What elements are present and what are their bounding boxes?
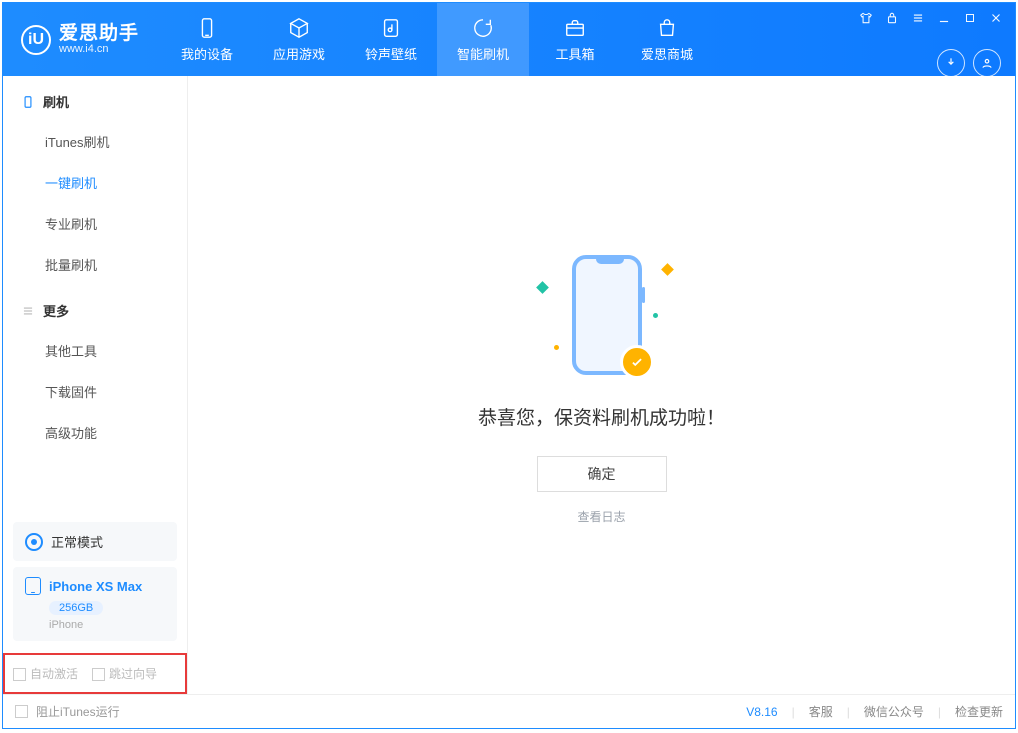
header-right — [857, 3, 1015, 76]
menu-icon[interactable] — [909, 9, 927, 27]
nav-smart-flash[interactable]: 智能刷机 — [437, 3, 529, 76]
device-capacity: 256GB — [49, 601, 103, 615]
bag-icon — [655, 16, 679, 40]
section-title: 刷机 — [43, 92, 69, 111]
content: 恭喜您，保资料刷机成功啦！ 确定 查看日志 — [188, 76, 1015, 694]
refresh-shield-icon — [471, 16, 495, 40]
nav-label: 爱思商城 — [641, 44, 693, 63]
toolbox-icon — [563, 16, 587, 40]
footer: 阻止iTunes运行 V8.16 | 客服 | 微信公众号 | 检查更新 — [3, 694, 1015, 728]
mode-label: 正常模式 — [51, 532, 103, 551]
sidebar-item-advanced[interactable]: 高级功能 — [45, 412, 187, 453]
footer-update[interactable]: 检查更新 — [955, 703, 1003, 720]
sidebar-item-oneclick-flash[interactable]: 一键刷机 — [45, 162, 187, 203]
checkbox-block-itunes[interactable]: 阻止iTunes运行 — [15, 703, 120, 720]
header: iU 爱思助手 www.i4.cn 我的设备 应用游戏 铃声壁纸 智能刷机 — [3, 3, 1015, 76]
nav-my-device[interactable]: 我的设备 — [161, 3, 253, 76]
sidebar: 刷机 iTunes刷机 一键刷机 专业刷机 批量刷机 更多 其他工具 下载固件 … — [3, 76, 188, 694]
phone-icon — [195, 16, 219, 40]
logo[interactable]: iU 爱思助手 www.i4.cn — [3, 3, 161, 76]
ok-button[interactable]: 确定 — [537, 456, 667, 492]
lock-icon[interactable] — [883, 9, 901, 27]
brand-name: 爱思助手 — [59, 24, 139, 43]
sidebar-item-pro-flash[interactable]: 专业刷机 — [45, 203, 187, 244]
maximize-button[interactable] — [961, 9, 979, 27]
device-icon — [25, 577, 41, 595]
nav-ring-wall[interactable]: 铃声壁纸 — [345, 3, 437, 76]
nav-label: 铃声壁纸 — [365, 44, 417, 63]
logo-text: 爱思助手 www.i4.cn — [59, 24, 139, 55]
sidebar-section-flash: 刷机 — [3, 76, 187, 121]
sidebar-section-more: 更多 — [3, 285, 187, 330]
footer-support[interactable]: 客服 — [809, 703, 833, 720]
device-name: iPhone XS Max — [49, 579, 142, 594]
user-button[interactable] — [973, 49, 1001, 77]
sidebar-item-download-firmware[interactable]: 下载固件 — [45, 371, 187, 412]
nav-toolbox[interactable]: 工具箱 — [529, 3, 621, 76]
download-button[interactable] — [937, 49, 965, 77]
footer-wechat[interactable]: 微信公众号 — [864, 703, 924, 720]
sidebar-item-other-tools[interactable]: 其他工具 — [45, 330, 187, 371]
minimize-button[interactable] — [935, 9, 953, 27]
view-log-link[interactable]: 查看日志 — [577, 508, 625, 525]
mode-card[interactable]: 正常模式 — [13, 522, 177, 561]
device-card[interactable]: iPhone XS Max 256GB iPhone — [13, 567, 177, 641]
list-icon — [21, 304, 35, 318]
section-title: 更多 — [43, 301, 69, 320]
sidebar-item-itunes-flash[interactable]: iTunes刷机 — [45, 121, 187, 162]
nav-apps-games[interactable]: 应用游戏 — [253, 3, 345, 76]
mode-icon — [25, 533, 43, 551]
checkbox-auto-activate[interactable]: 自动激活 — [13, 665, 78, 682]
success-message: 恭喜您，保资料刷机成功啦！ — [478, 403, 725, 430]
logo-icon: iU — [21, 25, 51, 55]
phone-outline-icon — [21, 95, 35, 109]
nav-label: 应用游戏 — [273, 44, 325, 63]
version-label: V8.16 — [746, 705, 777, 719]
check-badge-icon — [620, 345, 654, 379]
sidebar-item-batch-flash[interactable]: 批量刷机 — [45, 244, 187, 285]
brand-url: www.i4.cn — [59, 43, 139, 55]
device-type: iPhone — [49, 619, 165, 631]
nav-store[interactable]: 爱思商城 — [621, 3, 713, 76]
nav-label: 工具箱 — [556, 44, 595, 63]
nav-label: 我的设备 — [181, 44, 233, 63]
music-file-icon — [379, 16, 403, 40]
highlight-options: 自动激活 跳过向导 — [3, 653, 187, 694]
top-nav: 我的设备 应用游戏 铃声壁纸 智能刷机 工具箱 爱思商城 — [161, 3, 713, 76]
success-illustration — [532, 245, 672, 385]
cube-icon — [287, 16, 311, 40]
nav-label: 智能刷机 — [457, 44, 509, 63]
close-button[interactable] — [987, 9, 1005, 27]
checkbox-skip-guide[interactable]: 跳过向导 — [92, 665, 157, 682]
tshirt-icon[interactable] — [857, 9, 875, 27]
